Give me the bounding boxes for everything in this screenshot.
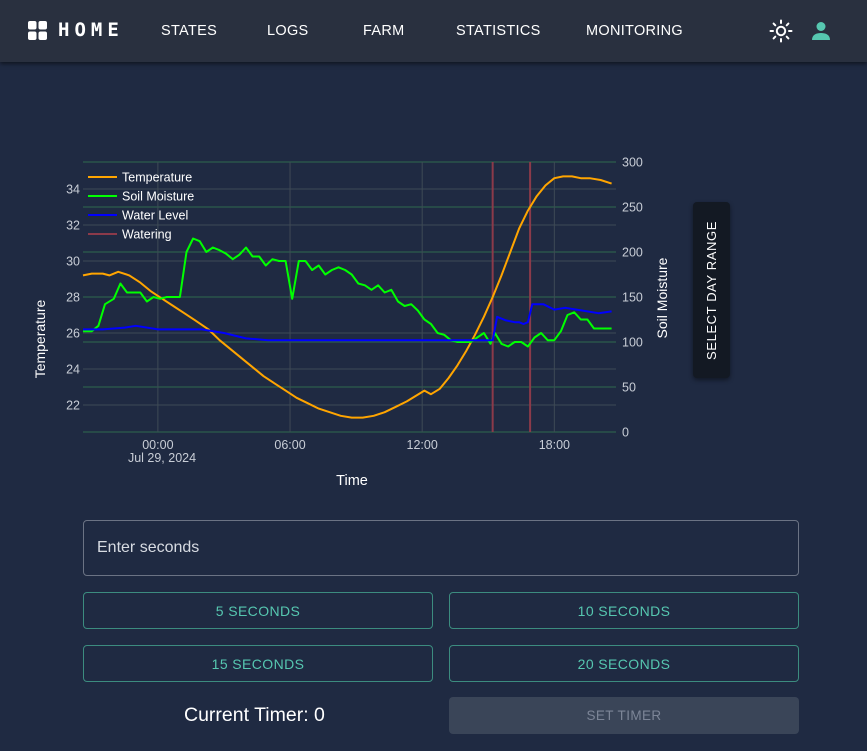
x-tick-label: 06:00: [274, 438, 305, 452]
y2-axis-label: Soil Moisture: [654, 257, 670, 338]
select-day-range-label: SELECT DAY RANGE: [704, 220, 720, 360]
brand-title: HOME: [58, 19, 124, 41]
y-tick-label: 28: [66, 291, 80, 305]
x-date-label: Jul 29, 2024: [128, 451, 196, 465]
5-seconds-button[interactable]: 5 SECONDS: [83, 592, 433, 629]
x-tick-label: 00:00: [142, 438, 173, 452]
nav-link-states[interactable]: STATES: [161, 23, 217, 39]
x-axis-label: Time: [336, 473, 368, 489]
y-tick-label: 30: [66, 255, 80, 269]
y-tick-label: 32: [66, 219, 80, 233]
seconds-input[interactable]: [83, 520, 799, 576]
y2-tick-label: 150: [622, 291, 643, 305]
y2-tick-label: 50: [622, 381, 636, 395]
select-day-range-button[interactable]: SELECT DAY RANGE: [693, 202, 730, 378]
legend-item-temperature[interactable]: Temperature: [122, 171, 192, 185]
10-seconds-button[interactable]: 10 SECONDS: [449, 592, 799, 629]
y2-tick-label: 250: [622, 201, 643, 215]
nav-link-logs[interactable]: LOGS: [267, 23, 309, 39]
x-tick-label: 18:00: [539, 438, 570, 452]
water-level-line: [83, 303, 612, 342]
20-seconds-button[interactable]: 20 SECONDS: [449, 645, 799, 682]
y-tick-label: 24: [66, 363, 80, 377]
y-axis-label: Temperature: [32, 299, 48, 378]
y2-tick-label: 300: [622, 156, 643, 170]
15-seconds-button[interactable]: 15 SECONDS: [83, 645, 433, 682]
user-account-icon[interactable]: [809, 19, 833, 43]
dashboard-grid-icon: [28, 20, 47, 40]
nav-link-statistics[interactable]: STATISTICS: [456, 23, 541, 39]
light-mode-sun-icon[interactable]: [769, 19, 793, 43]
legend-item-soil-moisture[interactable]: Soil Moisture: [122, 190, 194, 204]
chart-legend[interactable]: Temperature Soil Moisture Water Level Water…: [88, 171, 194, 242]
top-navbar: HOME STATES LOGS FARM STATISTICS MONITOR…: [0, 0, 867, 62]
y-tick-label: 34: [66, 183, 80, 197]
legend-item-water-level[interactable]: Water Level: [122, 209, 188, 223]
y2-tick-label: 100: [622, 336, 643, 350]
legend-item-watering[interactable]: Watering: [122, 228, 172, 242]
y-tick-label: 26: [66, 327, 80, 341]
nav-link-farm[interactable]: FARM: [363, 23, 404, 39]
y2-tick-label: 200: [622, 246, 643, 260]
y2-tick-label: 0: [622, 426, 629, 440]
y-tick-label: 22: [66, 399, 80, 413]
home-link[interactable]: HOME: [28, 20, 124, 40]
current-timer-label: Current Timer: 0: [184, 704, 325, 726]
nav-link-monitoring[interactable]: MONITORING: [586, 23, 683, 39]
set-timer-button[interactable]: SET TIMER: [449, 697, 799, 734]
sensor-chart: 22 24 26 28 30 32 34 0 50 100 150 200 250 300 00:00 06:…: [32, 156, 670, 490]
x-tick-label: 12:00: [407, 438, 438, 452]
